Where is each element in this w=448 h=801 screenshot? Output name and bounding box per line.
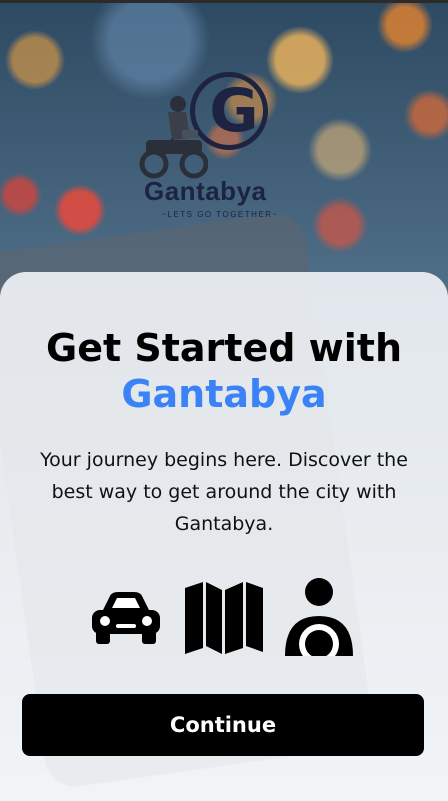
- brand-title: Gantabya: [121, 372, 327, 416]
- feature-icons: [0, 578, 448, 658]
- description-text: Your journey begins here. Discover the b…: [40, 449, 408, 535]
- logo-name: Gantabya: [144, 176, 267, 206]
- status-bar-strip: [0, 0, 448, 3]
- car-icon: [92, 592, 160, 644]
- page-title: Get Started with: [46, 326, 402, 370]
- map-icon: [185, 582, 263, 654]
- logo-letter: G: [209, 76, 259, 146]
- continue-button[interactable]: Continue: [22, 694, 424, 756]
- motorbike-rider-icon: [139, 96, 208, 179]
- logo-tagline: ~LETS GO TOGETHER~: [161, 210, 279, 219]
- driver-icon: [285, 578, 353, 656]
- app-logo: G Gantabya ~LETS GO TOGETHER~: [138, 70, 298, 230]
